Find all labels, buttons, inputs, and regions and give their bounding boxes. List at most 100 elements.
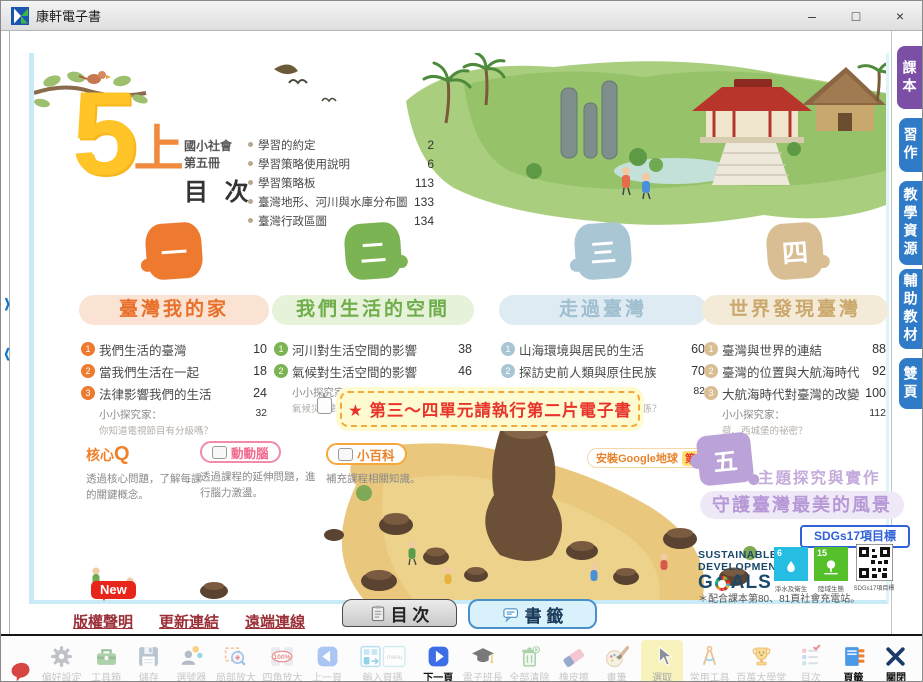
maximize-button[interactable]: □: [834, 1, 878, 30]
front-page: 133: [414, 195, 434, 209]
front-matter-row[interactable]: 學習策略使用說明 6: [248, 154, 434, 173]
legend-core-q-letter: Q: [114, 443, 130, 465]
front-page: 2: [427, 138, 434, 152]
front-page: 6: [427, 157, 434, 171]
toc-item[interactable]: 3法律影響我們的生活24: [81, 382, 267, 404]
bookmark-chat-icon: [502, 606, 520, 623]
eraser-button[interactable]: 橡皮擦: [556, 640, 592, 682]
floppy-save-icon: [136, 644, 161, 669]
side-tab-two-page[interactable]: 雙頁: [899, 358, 922, 409]
close-app-button[interactable]: 關閉: [878, 640, 914, 682]
page-tabs-button[interactable]: 頁籤: [835, 640, 871, 682]
page-tabs-icon: [841, 644, 866, 669]
update-link[interactable]: 更新連結: [159, 611, 219, 632]
bookmark-tab[interactable]: 書 籤: [468, 599, 597, 629]
front-matter-row[interactable]: 學習策略板 113: [248, 173, 434, 192]
explorer-question: 你知道電視節目有分級嗎？: [81, 423, 267, 437]
minimize-button[interactable]: –: [790, 1, 834, 30]
toc-item[interactable]: 1山海環境與居民的生活60: [501, 338, 705, 360]
front-label: 學習策略使用說明: [258, 156, 350, 172]
toolbox-button[interactable]: 工具箱: [88, 640, 124, 682]
legend-core-desc: 透過核心問題，了解每課的關鍵概念。: [86, 471, 206, 504]
next-page-icon: [426, 644, 451, 669]
toc-item[interactable]: 1臺灣與世界的連結88: [704, 338, 886, 360]
toc-tab[interactable]: 目 次: [342, 599, 457, 627]
number-picker-button[interactable]: 選號器: [173, 640, 209, 682]
book-page: 5 上 國小社會 第五冊 目 次 學習的約定2 學習策略使用說明6 學習策略板1…: [29, 53, 889, 604]
unit-2-title[interactable]: 我們生活的空間: [272, 295, 474, 325]
explorer-row[interactable]: 小小探究家：32: [81, 407, 267, 422]
toc-item[interactable]: 2氣候對生活空間的影響46: [274, 360, 472, 382]
toolbox-icon: [94, 644, 119, 669]
million-school-button[interactable]: 百萬大學堂: [736, 640, 786, 682]
front-label: 臺灣地形、河川與水庫分布圖: [258, 194, 408, 210]
red-chat-icon: [9, 660, 33, 682]
front-matter-row[interactable]: 學習的約定 2: [248, 135, 434, 154]
toc-item[interactable]: 1我們生活的臺灣10: [81, 338, 267, 360]
footer-links: 版權聲明 更新連結 遠端連線: [73, 611, 305, 632]
subject-line2: 第五冊: [184, 155, 254, 172]
region-zoom-button[interactable]: 局部放大: [216, 640, 256, 682]
front-label: 學習的約定: [258, 137, 316, 153]
toc-list-icon: [798, 644, 823, 669]
toc-button[interactable]: 目次: [793, 640, 829, 682]
page-forward-arrow[interactable]: ›: [4, 285, 10, 322]
bookmark-tab-label: 書 籤: [525, 602, 564, 627]
unit-4-icon: 四: [765, 221, 825, 281]
page-back-arrow[interactable]: ‹: [4, 335, 10, 372]
e-monitor-button[interactable]: 電子班長: [463, 640, 503, 682]
side-tab-textbook[interactable]: 課本: [897, 46, 922, 109]
select-button[interactable]: 選取: [641, 640, 683, 682]
front-matter-row[interactable]: 臺灣地形、河川與水庫分布圖 133: [248, 192, 434, 211]
cover-number: 5 上: [72, 87, 184, 181]
sdgs-note: ＊配合課本第80、81頁社會充電站。: [698, 590, 860, 605]
toc-item[interactable]: 2臺灣的位置與大航海時代92: [704, 360, 886, 382]
unit-1-column: 一 臺灣我的家 1我們生活的臺灣10 2當我們生活在一起18 3法律影響我們的生…: [79, 223, 269, 437]
unit-3-title[interactable]: 走過臺灣: [499, 295, 707, 325]
app-logo-icon: [11, 7, 29, 25]
close-button[interactable]: ×: [878, 1, 922, 30]
corner-zoom-icon: 100%: [269, 644, 295, 669]
next-page-button[interactable]: 下一頁: [420, 640, 456, 682]
copyright-link[interactable]: 版權聲明: [73, 611, 133, 632]
google-earth-label: 安裝Google地球: [596, 450, 678, 466]
save-button[interactable]: 儲存: [131, 640, 167, 682]
front-matter-list: 學習的約定 2 學習策略使用說明 6 學習策略板 113 臺灣地形、河川與水庫分布圖 1…: [248, 135, 434, 230]
unit-5-title[interactable]: 守護臺灣最美的風景: [700, 491, 904, 519]
unit-1-title[interactable]: 臺灣我的家: [79, 295, 269, 325]
toc-tab-label: 目 次: [391, 601, 430, 626]
side-tab-supplementary[interactable]: 輔助教材: [899, 269, 922, 349]
clear-all-button[interactable]: 全部清除: [509, 640, 549, 682]
subject-line1: 國小社會: [184, 138, 254, 155]
side-tab-workbook[interactable]: 習作: [899, 118, 922, 172]
side-tab-teaching-resources[interactable]: 教學資源: [899, 181, 922, 265]
unit-4-title[interactable]: 世界發現臺灣: [702, 295, 888, 325]
explorer-row[interactable]: 小小探究家：112: [704, 407, 886, 422]
robot-icon: [338, 448, 353, 461]
toc-item[interactable]: 3大航海時代對臺灣的改變100: [704, 382, 886, 404]
toc-item[interactable]: 2當我們生活在一起18: [81, 360, 267, 382]
remote-link[interactable]: 遠端連線: [245, 611, 305, 632]
sdgs-17-goals-button[interactable]: SDGs17項目標: [800, 525, 910, 548]
common-tools-button[interactable]: 常用工具: [690, 640, 730, 682]
bullet-icon: [248, 199, 253, 204]
front-label: 學習策略板: [258, 175, 316, 191]
toc-item[interactable]: 2探訪史前人類與原住民族70: [501, 360, 705, 382]
stamp-button[interactable]: [7, 640, 35, 682]
grade-number: 5: [72, 87, 138, 181]
previous-page-button[interactable]: 上一頁: [309, 640, 345, 682]
compass-icon: [697, 644, 722, 669]
page-number-input-button[interactable]: menu 輸入頁碼: [352, 640, 414, 682]
svg-text:100%: 100%: [274, 654, 291, 661]
bullet-icon: [248, 142, 253, 147]
front-page: 113: [415, 176, 434, 190]
unit-numeral: 四: [781, 232, 810, 271]
bottom-toolbar: 偏好設定 工具箱 儲存 選號器 局部放大 100% 四角放大 上一頁 menu: [1, 634, 922, 682]
page-input-icon: menu: [360, 644, 406, 669]
paint-brush-button[interactable]: 畫筆: [599, 640, 635, 682]
preferences-button[interactable]: 偏好設定: [42, 640, 82, 682]
unit-2-icon: 二: [343, 221, 403, 281]
toc-item[interactable]: 1河川對生活空間的影響38: [274, 338, 472, 360]
qr-code: [856, 544, 893, 581]
corner-zoom-button[interactable]: 100% 四角放大: [262, 640, 302, 682]
